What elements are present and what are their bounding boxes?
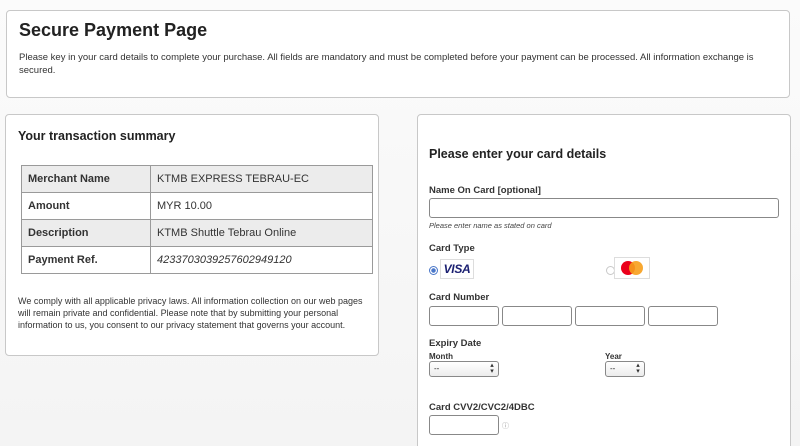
year-selected-value: --	[610, 364, 616, 373]
card-number-field-4[interactable]	[648, 306, 718, 326]
cvv-help-icon[interactable]: ⓘ	[502, 421, 509, 431]
name-on-card-label: Name On Card [optional]	[429, 185, 541, 196]
payment-page: Secure Payment Page Please key in your c…	[0, 0, 800, 446]
name-on-card-input[interactable]	[429, 198, 779, 218]
transaction-summary-panel: Your transaction summary Merchant Name K…	[5, 114, 379, 356]
description-value: KTMB Shuttle Tebrau Online	[150, 219, 373, 247]
card-number-field-2[interactable]	[502, 306, 572, 326]
table-row: Description KTMB Shuttle Tebrau Online	[21, 219, 373, 247]
page-description: Please key in your card details to compl…	[19, 52, 754, 76]
mastercard-orange-circle	[629, 261, 643, 275]
year-label: Year	[605, 352, 622, 361]
card-number-field-1[interactable]	[429, 306, 499, 326]
year-select[interactable]: -- ▴ ▾	[605, 361, 645, 377]
table-row: Amount MYR 10.00	[21, 192, 373, 220]
month-label: Month	[429, 352, 453, 361]
amount-value: MYR 10.00	[150, 192, 373, 220]
page-title: Secure Payment Page	[19, 20, 208, 40]
merchant-name-value: KTMB EXPRESS TEBRAU-EC	[150, 165, 373, 193]
month-selected-value: --	[434, 364, 440, 373]
summary-title: Your transaction summary	[18, 129, 176, 143]
card-number-field-3[interactable]	[575, 306, 645, 326]
card-form-title: Please enter your card details	[429, 147, 607, 161]
amount-label: Amount	[21, 192, 151, 220]
name-on-card-hint: Please enter name as stated on card	[429, 221, 552, 230]
expiry-date-label: Expiry Date	[429, 338, 482, 349]
visa-radio[interactable]	[429, 266, 438, 275]
privacy-note: We comply with all applicable privacy la…	[18, 296, 363, 330]
table-row: Merchant Name KTMB EXPRESS TEBRAU-EC	[21, 165, 373, 193]
table-row: Payment Ref. 423370303925760294912​0	[21, 246, 373, 274]
merchant-name-label: Merchant Name	[21, 165, 151, 193]
cvv-input[interactable]	[429, 415, 499, 435]
header-panel: Secure Payment Page Please key in your c…	[6, 10, 790, 98]
select-arrows-icon: ▴ ▾	[636, 362, 640, 375]
payment-ref-value: 423370303925760294912​0	[150, 246, 373, 274]
mastercard-logo-icon[interactable]	[614, 257, 650, 279]
summary-table: Merchant Name KTMB EXPRESS TEBRAU-EC Amo…	[21, 165, 373, 274]
description-label: Description	[21, 219, 151, 247]
card-details-panel: Please enter your card details Name On C…	[417, 114, 791, 446]
visa-logo-icon[interactable]: VISA	[440, 259, 474, 279]
card-number-label: Card Number	[429, 292, 490, 303]
cvv-label: Card CVV2/CVC2/4DBC	[429, 402, 535, 413]
month-select[interactable]: -- ▴ ▾	[429, 361, 499, 377]
payment-ref-label: Payment Ref.	[21, 246, 151, 274]
card-type-label: Card Type	[429, 243, 475, 254]
select-arrows-icon: ▴ ▾	[490, 362, 494, 375]
